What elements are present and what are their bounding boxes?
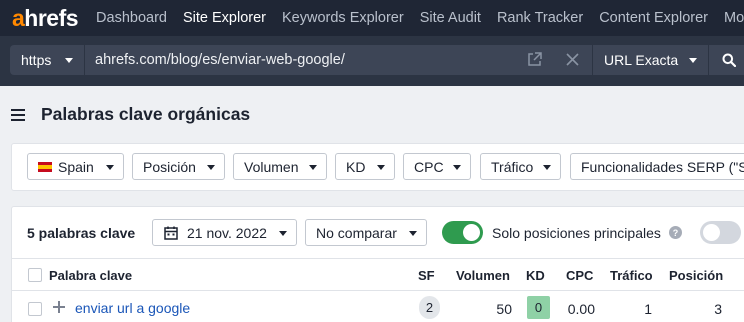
select-all-checkbox[interactable] (28, 268, 42, 282)
chevron-down-icon (279, 231, 287, 236)
chevron-down-icon (409, 231, 417, 236)
chevron-down-icon (377, 165, 385, 170)
column-header-volume[interactable]: Volumen (456, 268, 510, 283)
main-positions-toggle[interactable] (442, 221, 483, 244)
row-checkbox[interactable] (28, 302, 42, 316)
match-mode-value: URL Exacta (604, 52, 679, 68)
chevron-down-icon (106, 165, 114, 170)
cpc-filter-label: CPC (414, 158, 444, 175)
chevron-down-icon (689, 58, 697, 63)
traffic-filter-label: Tráfico (491, 158, 534, 175)
chevron-down-icon (309, 165, 317, 170)
protocol-select[interactable]: https (10, 45, 84, 75)
close-icon[interactable] (565, 52, 580, 67)
kd-badge: 0 (527, 296, 550, 319)
cpc-cell: 0.00 (567, 301, 595, 317)
filters-panel: Spain Posición Volumen KD CPC Tráfico Fu… (11, 143, 744, 191)
compare-select[interactable]: No comparar (305, 219, 427, 246)
date-value: 21 nov. 2022 (187, 224, 267, 241)
logo-text: hrefs (24, 4, 79, 31)
nav-item-content-explorer[interactable]: Content Explorer (599, 10, 708, 26)
volume-cell: 50 (496, 301, 512, 317)
country-filter[interactable]: Spain (27, 153, 124, 180)
position-filter-label: Posición (143, 158, 196, 175)
column-header-kd[interactable]: KD (526, 268, 545, 283)
calendar-icon (164, 226, 178, 240)
top-nav: ahrefs Dashboard Site Explorer Keywords … (0, 0, 744, 36)
serp-features-filter-label: Funcionalidades SERP ("S (581, 158, 744, 175)
logo-accent-letter: a (12, 4, 25, 31)
external-link-icon[interactable] (527, 52, 542, 67)
match-mode-select[interactable]: URL Exacta (593, 45, 708, 75)
column-header-traffic[interactable]: Tráfico (610, 268, 653, 283)
kd-filter[interactable]: KD (335, 153, 395, 180)
protocol-value: https (21, 52, 52, 68)
nav-item-rank-tracker[interactable]: Rank Tracker (497, 10, 583, 26)
column-header-cpc[interactable]: CPC (566, 268, 593, 283)
table-row: enviar url a google 2 50 0 0.00 1 3 (12, 292, 744, 322)
cpc-filter[interactable]: CPC (403, 153, 471, 180)
nav-item-site-audit[interactable]: Site Audit (420, 10, 481, 26)
chevron-down-icon (65, 58, 73, 63)
chevron-down-icon (543, 165, 551, 170)
secondary-toggle[interactable] (700, 221, 741, 244)
keyword-count: 5 palabras clave (27, 225, 136, 241)
spain-flag-icon (38, 161, 52, 172)
country-filter-label: Spain (58, 158, 94, 175)
position-cell: 3 (714, 301, 722, 317)
volume-filter-label: Volumen (244, 158, 299, 175)
search-button[interactable] (709, 45, 744, 75)
main-positions-label: Solo posiciones principales (492, 225, 661, 241)
nav-item-more[interactable]: More (724, 10, 744, 26)
chevron-down-icon (207, 165, 215, 170)
url-input[interactable]: ahrefs.com/blog/es/enviar-web-google/ (85, 45, 592, 75)
traffic-filter[interactable]: Tráfico (480, 153, 561, 180)
results-panel: 5 palabras clave 21 nov. 2022 No compara… (11, 206, 744, 322)
serp-features-filter[interactable]: Funcionalidades SERP ("S (570, 153, 744, 180)
table-header: Palabra clave SF Volumen KD CPC Tráfico … (12, 258, 744, 291)
compare-value: No comparar (316, 224, 397, 241)
date-picker[interactable]: 21 nov. 2022 (152, 219, 297, 246)
menu-icon[interactable] (11, 109, 25, 121)
ahrefs-logo[interactable]: ahrefs (12, 4, 79, 32)
column-header-sf[interactable]: SF (418, 268, 435, 283)
nav-item-site-explorer[interactable]: Site Explorer (183, 10, 266, 26)
page-title: Palabras clave orgánicas (41, 104, 251, 124)
volume-filter[interactable]: Volumen (233, 153, 327, 180)
url-value: ahrefs.com/blog/es/enviar-web-google/ (95, 52, 345, 68)
nav-item-keywords-explorer[interactable]: Keywords Explorer (282, 10, 404, 26)
url-bar: https ahrefs.com/blog/es/enviar-web-goog… (0, 36, 744, 86)
help-icon[interactable]: ? (669, 226, 682, 239)
search-icon (722, 53, 736, 67)
column-header-position[interactable]: Posición (669, 268, 723, 283)
nav-item-dashboard[interactable]: Dashboard (96, 10, 167, 26)
traffic-cell: 1 (644, 301, 652, 317)
column-header-keyword[interactable]: Palabra clave (49, 268, 132, 283)
position-filter[interactable]: Posición (132, 153, 225, 180)
chevron-down-icon (453, 165, 461, 170)
keyword-link[interactable]: enviar url a google (75, 300, 190, 316)
plus-icon[interactable] (53, 301, 65, 313)
sf-count-badge[interactable]: 2 (419, 296, 440, 319)
kd-filter-label: KD (346, 158, 366, 175)
